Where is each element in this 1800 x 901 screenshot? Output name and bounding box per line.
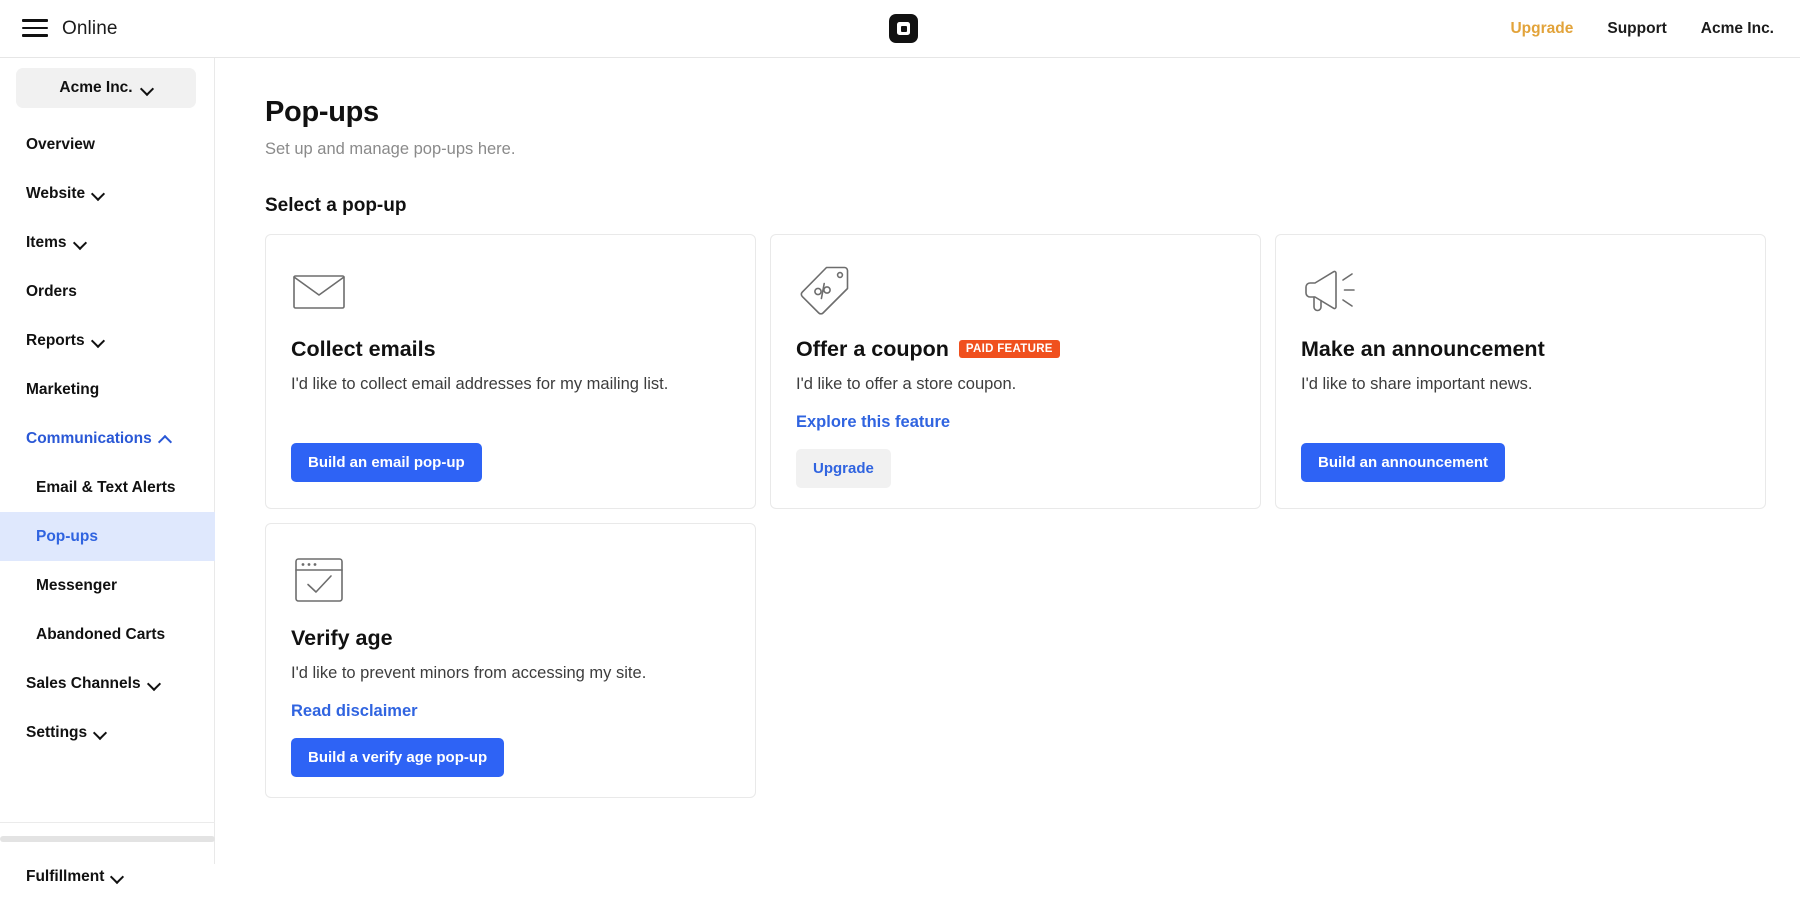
sidebar-item-messenger[interactable]: Messenger bbox=[0, 561, 215, 610]
sidebar-item-label: Orders bbox=[26, 283, 77, 301]
popup-card: Make an announcement I'd like to share im… bbox=[1275, 234, 1766, 509]
sidebar-item-settings[interactable]: Settings bbox=[0, 708, 215, 757]
popup-card: Offer a coupon PAID FEATURE I'd like to of… bbox=[770, 234, 1261, 509]
chevron-up-icon bbox=[160, 433, 171, 444]
chevron-down-icon bbox=[112, 871, 123, 882]
sidebar-item-orders[interactable]: Orders bbox=[0, 267, 215, 316]
sidebar-divider bbox=[0, 822, 215, 823]
sidebar-item-label: Fulfillment bbox=[26, 868, 104, 886]
chevron-down-icon bbox=[93, 188, 104, 199]
sidebar-item-label: Messenger bbox=[36, 577, 117, 595]
card-title-text: Offer a coupon bbox=[796, 337, 949, 362]
browser-check-icon bbox=[291, 552, 347, 608]
sidebar-item-label: Communications bbox=[26, 430, 152, 448]
sidebar-item-abandoned-carts[interactable]: Abandoned Carts bbox=[0, 610, 215, 659]
sidebar-item-label: Pop-ups bbox=[36, 528, 98, 546]
sidebar-item-pop-ups[interactable]: Pop-ups bbox=[0, 512, 215, 561]
section-title: Select a pop-up bbox=[265, 195, 406, 217]
sidebar-item-fulfillment[interactable]: Fulfillment bbox=[0, 852, 215, 901]
scrollbar-thumb[interactable] bbox=[0, 836, 215, 842]
sidebar-item-overview[interactable]: Overview bbox=[0, 120, 215, 169]
chevron-down-icon bbox=[93, 335, 104, 346]
hamburger-bar bbox=[22, 19, 48, 22]
logo-inner-square bbox=[897, 22, 910, 35]
sidebar-item-label: Marketing bbox=[26, 381, 99, 399]
card-description: I'd like to offer a store coupon. bbox=[796, 375, 1016, 394]
price-tag-percent-icon bbox=[796, 263, 852, 319]
sidebar-item-label: Items bbox=[26, 234, 67, 252]
card-title: Offer a coupon PAID FEATURE bbox=[796, 337, 1060, 362]
card-title-text: Verify age bbox=[291, 626, 393, 651]
sidebar-item-label: Settings bbox=[26, 724, 87, 742]
sidebar-item-communications[interactable]: Communications bbox=[0, 414, 215, 463]
hamburger-bar bbox=[22, 34, 48, 37]
chevron-down-icon bbox=[142, 83, 153, 94]
card-action-button[interactable]: Build an announcement bbox=[1301, 443, 1505, 482]
card-title: Collect emails bbox=[291, 337, 436, 362]
sidebar-footer-nav: Fulfillment bbox=[0, 852, 215, 901]
card-title-text: Make an announcement bbox=[1301, 337, 1545, 362]
topbar-title: Online bbox=[62, 0, 118, 58]
sidebar-item-website[interactable]: Website bbox=[0, 169, 215, 218]
card-title: Verify age bbox=[291, 626, 393, 651]
sidebar-horizontal-scrollbar[interactable] bbox=[0, 836, 215, 842]
sidebar-item-label: Website bbox=[26, 185, 85, 203]
envelope-icon bbox=[291, 263, 347, 319]
sidebar-item-label: Email & Text Alerts bbox=[36, 479, 176, 497]
chevron-down-icon bbox=[95, 727, 106, 738]
sidebar-item-marketing[interactable]: Marketing bbox=[0, 365, 215, 414]
sidebar-item-label: Sales Channels bbox=[26, 675, 141, 693]
org-switcher[interactable]: Acme Inc. bbox=[16, 68, 196, 108]
chevron-down-icon bbox=[75, 237, 86, 248]
support-link[interactable]: Support bbox=[1607, 20, 1666, 38]
hamburger-icon[interactable] bbox=[22, 17, 48, 39]
card-action-button[interactable]: Build a verify age pop-up bbox=[291, 738, 504, 777]
card-action-button[interactable]: Build an email pop-up bbox=[291, 443, 482, 482]
sidebar-item-label: Abandoned Carts bbox=[36, 626, 165, 644]
sidebar-item-label: Reports bbox=[26, 332, 85, 350]
card-description: I'd like to collect email addresses for … bbox=[291, 375, 668, 394]
hamburger-bar bbox=[22, 27, 48, 30]
card-description: I'd like to prevent minors from accessin… bbox=[291, 664, 646, 683]
megaphone-icon bbox=[1301, 263, 1357, 319]
main-content: Pop-ups Set up and manage pop-ups here. … bbox=[216, 58, 1800, 864]
sidebar-item-label: Overview bbox=[26, 136, 95, 154]
sidebar-item-email-text-alerts[interactable]: Email & Text Alerts bbox=[0, 463, 215, 512]
card-title: Make an announcement bbox=[1301, 337, 1545, 362]
card-link[interactable]: Explore this feature bbox=[796, 413, 950, 432]
topbar-actions: Upgrade Support Acme Inc. bbox=[1510, 0, 1774, 58]
card-action-button[interactable]: Upgrade bbox=[796, 449, 891, 488]
square-logo-icon[interactable] bbox=[889, 14, 918, 43]
page-title: Pop-ups bbox=[265, 96, 379, 129]
popup-card-grid: Collect emails I'd like to collect email … bbox=[265, 234, 1767, 798]
sidebar-item-items[interactable]: Items bbox=[0, 218, 215, 267]
top-bar: Online Upgrade Support Acme Inc. bbox=[0, 0, 1800, 58]
org-switcher-label: Acme Inc. bbox=[59, 79, 132, 97]
popup-card: Verify age I'd like to prevent minors fro… bbox=[265, 523, 756, 798]
chevron-down-icon bbox=[149, 678, 160, 689]
card-link[interactable]: Read disclaimer bbox=[291, 702, 418, 721]
upgrade-link[interactable]: Upgrade bbox=[1510, 20, 1573, 38]
sidebar-nav: Overview Website Items Orders Reports Marketi… bbox=[0, 120, 215, 757]
sidebar-item-sales-channels[interactable]: Sales Channels bbox=[0, 659, 215, 708]
page-subtitle: Set up and manage pop-ups here. bbox=[265, 140, 515, 159]
sidebar-item-reports[interactable]: Reports bbox=[0, 316, 215, 365]
logo-core-square bbox=[901, 26, 907, 32]
card-description: I'd like to share important news. bbox=[1301, 375, 1533, 394]
paid-feature-badge: PAID FEATURE bbox=[959, 340, 1060, 358]
popup-card: Collect emails I'd like to collect email … bbox=[265, 234, 756, 509]
sidebar: Acme Inc. Overview Website Items Orders Repo… bbox=[0, 58, 215, 864]
card-title-text: Collect emails bbox=[291, 337, 436, 362]
account-menu[interactable]: Acme Inc. bbox=[1701, 20, 1774, 38]
